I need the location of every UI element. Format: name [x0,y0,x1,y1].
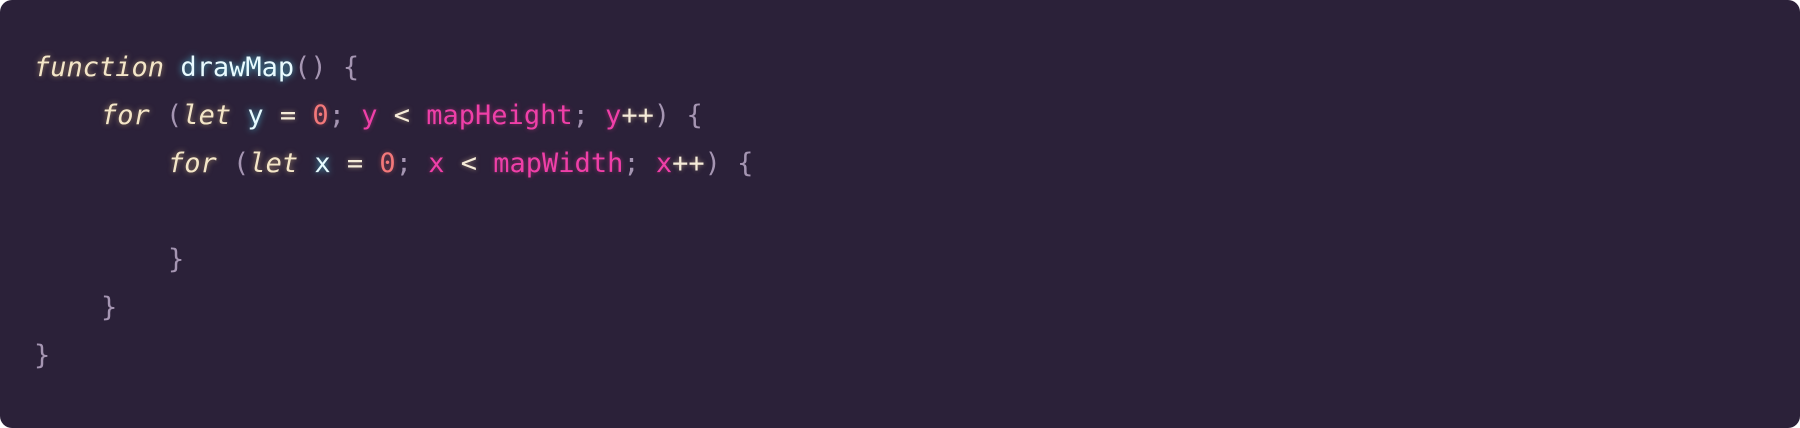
function-name: drawMap [180,52,295,83]
loop-variable: x [314,148,331,179]
close-brace: } [101,292,118,323]
limit-variable: mapWidth [493,148,624,179]
keyword-for: for [168,148,217,179]
number-literal: 0 [312,100,329,131]
semicolon: ; [395,148,412,179]
code-line-2: for (let y = 0; y < mapHeight; y++) { [34,92,1800,140]
less-than-operator: < [460,148,478,179]
increment-variable: x [655,148,673,179]
code-line-3: for (let x = 0; x < mapWidth; x++) { [34,140,1800,188]
keyword-for: for [101,100,150,131]
semicolon: ; [572,100,589,131]
increment-operator: ++ [672,148,705,179]
semicolon: ; [623,148,640,179]
open-brace: { [737,148,754,179]
close-paren: ) [653,100,671,131]
number-literal: 0 [379,148,396,179]
code-editor: function drawMap() { for (let y = 0; y <… [0,0,1800,428]
semicolon: ; [328,100,345,131]
close-brace: } [34,340,51,371]
code-line-6: } [34,284,1800,332]
keyword-let: let [182,100,232,131]
open-paren: ( [233,148,250,179]
open-paren: ( [166,100,183,131]
code-line-5: } [34,236,1800,284]
keyword-function: function [34,52,165,83]
increment-operator: ++ [621,100,654,131]
limit-variable: mapHeight [426,100,573,131]
increment-variable: y [605,100,622,131]
condition-variable: y [361,100,378,131]
condition-variable: x [428,148,445,179]
code-line-4-empty [34,188,1800,236]
open-brace: { [686,100,703,131]
assign-operator: = [279,100,297,131]
code-line-7: } [34,332,1800,380]
keyword-let: let [249,148,299,179]
open-brace: { [342,52,360,83]
assign-operator: = [346,148,364,179]
parentheses: () [294,52,327,83]
code-line-1: function drawMap() { [34,44,1800,92]
loop-variable: y [247,100,264,131]
close-brace: } [168,244,185,275]
less-than-operator: < [393,100,411,131]
close-paren: ) [704,148,721,179]
